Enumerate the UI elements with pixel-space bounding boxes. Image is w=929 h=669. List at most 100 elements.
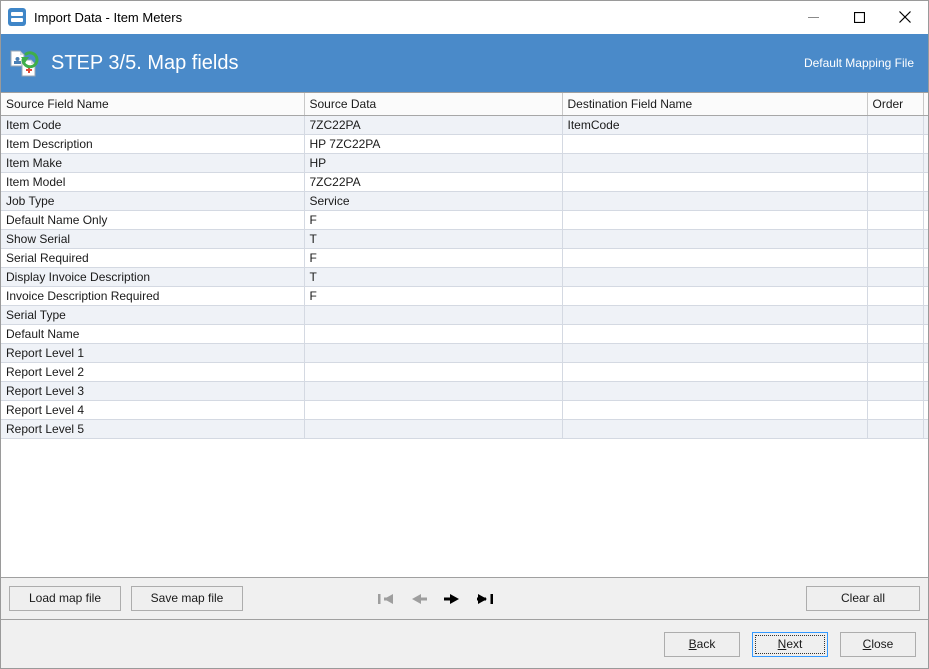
- destination-field-name-cell[interactable]: [562, 173, 867, 192]
- table-row[interactable]: Report Level 1: [1, 344, 928, 363]
- source-field-name-cell[interactable]: Report Level 5: [1, 420, 304, 439]
- table-row[interactable]: Job TypeService: [1, 192, 928, 211]
- source-data-cell[interactable]: [304, 344, 562, 363]
- source-data-cell[interactable]: [304, 420, 562, 439]
- destination-field-name-cell[interactable]: [562, 154, 867, 173]
- first-record-icon[interactable]: [376, 589, 396, 609]
- table-row[interactable]: Invoice Description RequiredF: [1, 287, 928, 306]
- destination-field-name-cell[interactable]: [562, 287, 867, 306]
- order-cell[interactable]: [867, 401, 923, 420]
- source-data-cell[interactable]: 7ZC22PA: [304, 173, 562, 192]
- destination-field-name-cell[interactable]: [562, 382, 867, 401]
- source-field-name-cell[interactable]: Report Level 4: [1, 401, 304, 420]
- source-field-name-cell[interactable]: Report Level 3: [1, 382, 304, 401]
- source-field-name-cell[interactable]: Serial Type: [1, 306, 304, 325]
- load-map-file-button[interactable]: Load map file: [9, 586, 121, 611]
- table-row[interactable]: Report Level 5: [1, 420, 928, 439]
- order-cell[interactable]: [867, 135, 923, 154]
- source-field-name-cell[interactable]: Report Level 1: [1, 344, 304, 363]
- source-field-name-cell[interactable]: Serial Required: [1, 249, 304, 268]
- order-cell[interactable]: [867, 249, 923, 268]
- save-map-file-button[interactable]: Save map file: [131, 586, 243, 611]
- column-header-source-data[interactable]: Source Data: [304, 93, 562, 116]
- source-data-cell[interactable]: 7ZC22PA: [304, 116, 562, 135]
- order-cell[interactable]: [867, 363, 923, 382]
- source-field-name-cell[interactable]: Item Description: [1, 135, 304, 154]
- destination-field-name-cell[interactable]: [562, 401, 867, 420]
- destination-field-name-cell[interactable]: [562, 249, 867, 268]
- previous-record-icon[interactable]: [409, 589, 429, 609]
- clear-all-button[interactable]: Clear all: [806, 586, 920, 611]
- destination-field-name-cell[interactable]: [562, 363, 867, 382]
- last-record-icon[interactable]: [475, 589, 495, 609]
- source-field-name-cell[interactable]: Item Make: [1, 154, 304, 173]
- destination-field-name-cell[interactable]: [562, 268, 867, 287]
- source-data-cell[interactable]: [304, 363, 562, 382]
- maximize-button[interactable]: [836, 1, 882, 33]
- order-cell[interactable]: [867, 116, 923, 135]
- source-field-name-cell[interactable]: Report Level 2: [1, 363, 304, 382]
- back-button[interactable]: Back: [664, 632, 740, 657]
- order-cell[interactable]: [867, 154, 923, 173]
- source-data-cell[interactable]: F: [304, 287, 562, 306]
- source-field-name-cell[interactable]: Job Type: [1, 192, 304, 211]
- source-field-name-cell[interactable]: Invoice Description Required: [1, 287, 304, 306]
- destination-field-name-cell[interactable]: [562, 230, 867, 249]
- table-row[interactable]: Item Model7ZC22PA: [1, 173, 928, 192]
- order-cell[interactable]: [867, 211, 923, 230]
- source-data-cell[interactable]: [304, 325, 562, 344]
- default-mapping-file-link[interactable]: Default Mapping File: [804, 56, 914, 70]
- order-cell[interactable]: [867, 382, 923, 401]
- order-cell[interactable]: [867, 325, 923, 344]
- source-data-cell[interactable]: [304, 306, 562, 325]
- column-header-source-field-name[interactable]: Source Field Name: [1, 93, 304, 116]
- destination-field-name-cell[interactable]: [562, 211, 867, 230]
- destination-field-name-cell[interactable]: [562, 344, 867, 363]
- source-data-cell[interactable]: T: [304, 230, 562, 249]
- table-row[interactable]: Serial Type: [1, 306, 928, 325]
- close-dialog-button[interactable]: Close: [840, 632, 916, 657]
- order-cell[interactable]: [867, 268, 923, 287]
- order-cell[interactable]: [867, 230, 923, 249]
- order-cell[interactable]: [867, 287, 923, 306]
- table-row[interactable]: Item DescriptionHP 7ZC22PA: [1, 135, 928, 154]
- order-cell[interactable]: [867, 420, 923, 439]
- source-data-cell[interactable]: F: [304, 249, 562, 268]
- source-data-cell[interactable]: [304, 382, 562, 401]
- destination-field-name-cell[interactable]: [562, 135, 867, 154]
- source-field-name-cell[interactable]: Display Invoice Description: [1, 268, 304, 287]
- close-button[interactable]: [882, 1, 928, 33]
- minimize-button[interactable]: [790, 1, 836, 33]
- table-row[interactable]: Report Level 4: [1, 401, 928, 420]
- table-row[interactable]: Show SerialT: [1, 230, 928, 249]
- table-row[interactable]: Item Code7ZC22PAItemCode: [1, 116, 928, 135]
- destination-field-name-cell[interactable]: [562, 192, 867, 211]
- destination-field-name-cell[interactable]: [562, 325, 867, 344]
- order-cell[interactable]: [867, 306, 923, 325]
- table-row[interactable]: Report Level 2: [1, 363, 928, 382]
- destination-field-name-cell[interactable]: ItemCode: [562, 116, 867, 135]
- column-header-order[interactable]: Order: [867, 93, 923, 116]
- table-row[interactable]: Item MakeHP: [1, 154, 928, 173]
- source-field-name-cell[interactable]: Default Name Only: [1, 211, 304, 230]
- next-record-icon[interactable]: [442, 589, 462, 609]
- order-cell[interactable]: [867, 192, 923, 211]
- source-data-cell[interactable]: Service: [304, 192, 562, 211]
- table-row[interactable]: Default Name: [1, 325, 928, 344]
- destination-field-name-cell[interactable]: [562, 420, 867, 439]
- source-data-cell[interactable]: T: [304, 268, 562, 287]
- destination-field-name-cell[interactable]: [562, 306, 867, 325]
- source-data-cell[interactable]: F: [304, 211, 562, 230]
- column-header-destination-field-name[interactable]: Destination Field Name: [562, 93, 867, 116]
- source-data-cell[interactable]: [304, 401, 562, 420]
- source-field-name-cell[interactable]: Show Serial: [1, 230, 304, 249]
- source-data-cell[interactable]: HP: [304, 154, 562, 173]
- table-row[interactable]: Display Invoice DescriptionT: [1, 268, 928, 287]
- table-row[interactable]: Serial RequiredF: [1, 249, 928, 268]
- source-field-name-cell[interactable]: Item Code: [1, 116, 304, 135]
- order-cell[interactable]: [867, 344, 923, 363]
- source-field-name-cell[interactable]: Item Model: [1, 173, 304, 192]
- table-row[interactable]: Report Level 3: [1, 382, 928, 401]
- source-field-name-cell[interactable]: Default Name: [1, 325, 304, 344]
- next-button[interactable]: Next: [752, 632, 828, 657]
